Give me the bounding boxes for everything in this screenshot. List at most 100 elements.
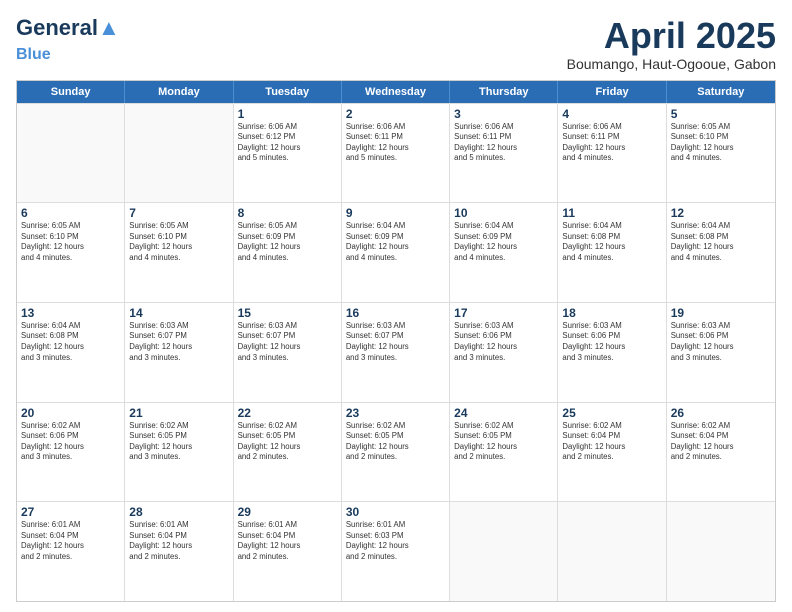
day-of-week-thursday: Thursday [450,81,558,103]
title-month: April 2025 [567,16,776,56]
day-number: 19 [671,306,771,320]
calendar-day-22: 22Sunrise: 6:02 AM Sunset: 6:05 PM Dayli… [234,403,342,502]
header: General▲ Blue April 2025 Boumango, Haut-… [16,16,776,72]
day-number: 2 [346,107,445,121]
day-of-week-tuesday: Tuesday [234,81,342,103]
calendar-day-17: 17Sunrise: 6:03 AM Sunset: 6:06 PM Dayli… [450,303,558,402]
calendar-row: 13Sunrise: 6:04 AM Sunset: 6:08 PM Dayli… [17,302,775,402]
calendar-day-28: 28Sunrise: 6:01 AM Sunset: 6:04 PM Dayli… [125,502,233,601]
logo-blue-text: Blue [16,46,51,63]
day-number: 29 [238,505,337,519]
day-number: 4 [562,107,661,121]
day-info: Sunrise: 6:02 AM Sunset: 6:04 PM Dayligh… [671,421,771,463]
day-info: Sunrise: 6:06 AM Sunset: 6:11 PM Dayligh… [346,122,445,164]
calendar-empty-cell [17,104,125,203]
calendar-day-26: 26Sunrise: 6:02 AM Sunset: 6:04 PM Dayli… [667,403,775,502]
calendar-header: SundayMondayTuesdayWednesdayThursdayFrid… [17,81,775,103]
day-info: Sunrise: 6:06 AM Sunset: 6:12 PM Dayligh… [238,122,337,164]
title-area: April 2025 Boumango, Haut-Ogooue, Gabon [567,16,776,72]
logo: General▲ Blue [16,16,120,64]
day-number: 3 [454,107,553,121]
day-number: 27 [21,505,120,519]
logo-blue: ▲ [98,15,120,40]
day-info: Sunrise: 6:03 AM Sunset: 6:06 PM Dayligh… [562,321,661,363]
day-number: 25 [562,406,661,420]
day-info: Sunrise: 6:01 AM Sunset: 6:04 PM Dayligh… [238,520,337,562]
calendar-day-16: 16Sunrise: 6:03 AM Sunset: 6:07 PM Dayli… [342,303,450,402]
day-info: Sunrise: 6:06 AM Sunset: 6:11 PM Dayligh… [454,122,553,164]
calendar-day-10: 10Sunrise: 6:04 AM Sunset: 6:09 PM Dayli… [450,203,558,302]
calendar-day-23: 23Sunrise: 6:02 AM Sunset: 6:05 PM Dayli… [342,403,450,502]
day-number: 9 [346,206,445,220]
day-info: Sunrise: 6:05 AM Sunset: 6:10 PM Dayligh… [129,221,228,263]
day-info: Sunrise: 6:05 AM Sunset: 6:09 PM Dayligh… [238,221,337,263]
calendar-empty-cell [667,502,775,601]
calendar-day-24: 24Sunrise: 6:02 AM Sunset: 6:05 PM Dayli… [450,403,558,502]
day-number: 6 [21,206,120,220]
calendar-empty-cell [558,502,666,601]
day-info: Sunrise: 6:06 AM Sunset: 6:11 PM Dayligh… [562,122,661,164]
title-location: Boumango, Haut-Ogooue, Gabon [567,56,776,72]
day-number: 8 [238,206,337,220]
day-number: 10 [454,206,553,220]
calendar-day-11: 11Sunrise: 6:04 AM Sunset: 6:08 PM Dayli… [558,203,666,302]
calendar-day-15: 15Sunrise: 6:03 AM Sunset: 6:07 PM Dayli… [234,303,342,402]
day-number: 20 [21,406,120,420]
day-number: 22 [238,406,337,420]
day-info: Sunrise: 6:04 AM Sunset: 6:09 PM Dayligh… [454,221,553,263]
day-info: Sunrise: 6:01 AM Sunset: 6:04 PM Dayligh… [129,520,228,562]
calendar-day-21: 21Sunrise: 6:02 AM Sunset: 6:05 PM Dayli… [125,403,233,502]
calendar-day-7: 7Sunrise: 6:05 AM Sunset: 6:10 PM Daylig… [125,203,233,302]
day-number: 11 [562,206,661,220]
day-info: Sunrise: 6:02 AM Sunset: 6:06 PM Dayligh… [21,421,120,463]
day-number: 21 [129,406,228,420]
day-info: Sunrise: 6:03 AM Sunset: 6:07 PM Dayligh… [129,321,228,363]
day-number: 1 [238,107,337,121]
day-info: Sunrise: 6:01 AM Sunset: 6:04 PM Dayligh… [21,520,120,562]
day-info: Sunrise: 6:02 AM Sunset: 6:04 PM Dayligh… [562,421,661,463]
calendar-day-3: 3Sunrise: 6:06 AM Sunset: 6:11 PM Daylig… [450,104,558,203]
day-of-week-wednesday: Wednesday [342,81,450,103]
day-info: Sunrise: 6:05 AM Sunset: 6:10 PM Dayligh… [21,221,120,263]
day-info: Sunrise: 6:04 AM Sunset: 6:08 PM Dayligh… [562,221,661,263]
day-number: 12 [671,206,771,220]
day-info: Sunrise: 6:02 AM Sunset: 6:05 PM Dayligh… [238,421,337,463]
day-number: 16 [346,306,445,320]
day-info: Sunrise: 6:04 AM Sunset: 6:08 PM Dayligh… [671,221,771,263]
calendar-row: 1Sunrise: 6:06 AM Sunset: 6:12 PM Daylig… [17,103,775,203]
calendar-day-4: 4Sunrise: 6:06 AM Sunset: 6:11 PM Daylig… [558,104,666,203]
page: General▲ Blue April 2025 Boumango, Haut-… [0,0,792,612]
day-number: 24 [454,406,553,420]
day-number: 15 [238,306,337,320]
day-info: Sunrise: 6:02 AM Sunset: 6:05 PM Dayligh… [129,421,228,463]
day-info: Sunrise: 6:05 AM Sunset: 6:10 PM Dayligh… [671,122,771,164]
calendar-day-1: 1Sunrise: 6:06 AM Sunset: 6:12 PM Daylig… [234,104,342,203]
day-number: 17 [454,306,553,320]
calendar-day-2: 2Sunrise: 6:06 AM Sunset: 6:11 PM Daylig… [342,104,450,203]
day-info: Sunrise: 6:02 AM Sunset: 6:05 PM Dayligh… [346,421,445,463]
calendar-day-27: 27Sunrise: 6:01 AM Sunset: 6:04 PM Dayli… [17,502,125,601]
calendar-day-12: 12Sunrise: 6:04 AM Sunset: 6:08 PM Dayli… [667,203,775,302]
day-of-week-sunday: Sunday [17,81,125,103]
day-info: Sunrise: 6:03 AM Sunset: 6:07 PM Dayligh… [238,321,337,363]
calendar-day-25: 25Sunrise: 6:02 AM Sunset: 6:04 PM Dayli… [558,403,666,502]
calendar-day-20: 20Sunrise: 6:02 AM Sunset: 6:06 PM Dayli… [17,403,125,502]
calendar-day-18: 18Sunrise: 6:03 AM Sunset: 6:06 PM Dayli… [558,303,666,402]
day-info: Sunrise: 6:04 AM Sunset: 6:08 PM Dayligh… [21,321,120,363]
calendar-day-19: 19Sunrise: 6:03 AM Sunset: 6:06 PM Dayli… [667,303,775,402]
calendar-day-6: 6Sunrise: 6:05 AM Sunset: 6:10 PM Daylig… [17,203,125,302]
day-number: 30 [346,505,445,519]
day-info: Sunrise: 6:03 AM Sunset: 6:06 PM Dayligh… [671,321,771,363]
calendar-day-8: 8Sunrise: 6:05 AM Sunset: 6:09 PM Daylig… [234,203,342,302]
day-number: 14 [129,306,228,320]
calendar-day-14: 14Sunrise: 6:03 AM Sunset: 6:07 PM Dayli… [125,303,233,402]
logo-text: General▲ Blue [16,16,120,64]
calendar-empty-cell [125,104,233,203]
calendar-day-29: 29Sunrise: 6:01 AM Sunset: 6:04 PM Dayli… [234,502,342,601]
calendar-row: 20Sunrise: 6:02 AM Sunset: 6:06 PM Dayli… [17,402,775,502]
day-of-week-monday: Monday [125,81,233,103]
day-of-week-saturday: Saturday [667,81,775,103]
calendar: SundayMondayTuesdayWednesdayThursdayFrid… [16,80,776,602]
day-info: Sunrise: 6:04 AM Sunset: 6:09 PM Dayligh… [346,221,445,263]
day-number: 26 [671,406,771,420]
